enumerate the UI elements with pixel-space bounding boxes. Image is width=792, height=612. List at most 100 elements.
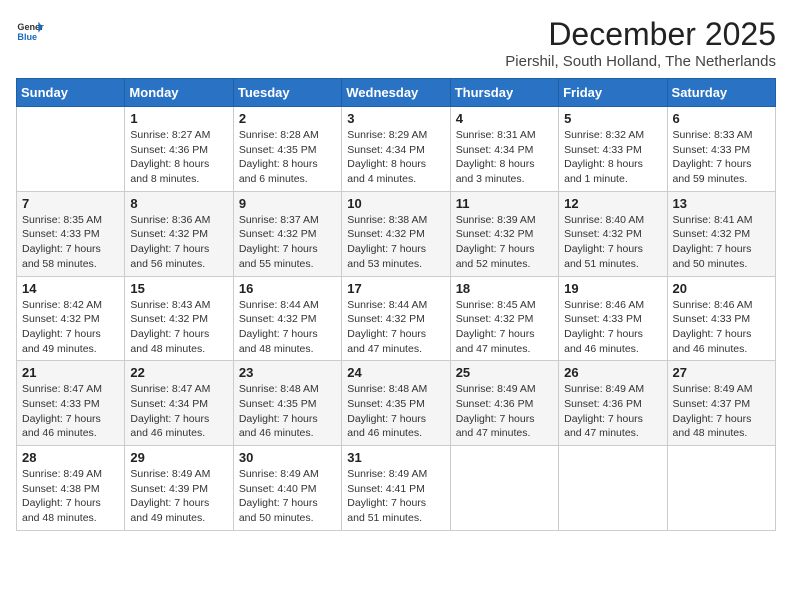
day-detail: Sunrise: 8:29 AM Sunset: 4:34 PM Dayligh… [347,128,444,187]
day-detail: Sunrise: 8:49 AM Sunset: 4:39 PM Dayligh… [130,467,227,526]
day-detail: Sunrise: 8:49 AM Sunset: 4:38 PM Dayligh… [22,467,119,526]
logo: General Blue [16,16,44,44]
day-number: 19 [564,281,661,296]
week-row-1: 1 Sunrise: 8:27 AM Sunset: 4:36 PM Daylig… [17,107,776,192]
calendar-cell: 24Sunrise: 8:48 AM Sunset: 4:35 PM Dayli… [342,361,450,446]
day-number: 13 [673,196,770,211]
calendar-cell: 14Sunrise: 8:42 AM Sunset: 4:32 PM Dayli… [17,276,125,361]
day-detail: Sunrise: 8:44 AM Sunset: 4:32 PM Dayligh… [347,298,444,357]
calendar-cell: 13 Sunrise: 8:41 AM Sunset: 4:32 PM Dayli… [667,191,775,276]
calendar-cell: 25Sunrise: 8:49 AM Sunset: 4:36 PM Dayli… [450,361,558,446]
calendar-cell [667,446,775,531]
day-detail: Sunrise: 8:49 AM Sunset: 4:37 PM Dayligh… [673,382,770,441]
day-detail: Sunrise: 8:46 AM Sunset: 4:33 PM Dayligh… [564,298,661,357]
calendar-cell: 7Sunrise: 8:35 AM Sunset: 4:33 PM Daylig… [17,191,125,276]
day-number: 24 [347,365,444,380]
month-title: December 2025 [505,16,776,53]
day-detail: Sunrise: 8:43 AM Sunset: 4:32 PM Dayligh… [130,298,227,357]
calendar-cell [559,446,667,531]
day-number: 18 [456,281,553,296]
day-number: 6 [673,111,770,126]
calendar-cell: 15 Sunrise: 8:43 AM Sunset: 4:32 PM Dayli… [125,276,233,361]
weekday-header-thursday: Thursday [450,79,558,107]
calendar-cell: 2Sunrise: 8:28 AM Sunset: 4:35 PM Daylig… [233,107,341,192]
week-row-4: 21Sunrise: 8:47 AM Sunset: 4:33 PM Dayli… [17,361,776,446]
calendar-cell: 1 Sunrise: 8:27 AM Sunset: 4:36 PM Daylig… [125,107,233,192]
day-number: 16 [239,281,336,296]
title-section: December 2025 Piershil, South Holland, T… [505,16,776,70]
calendar-cell [450,446,558,531]
calendar-cell: 22 Sunrise: 8:47 AM Sunset: 4:34 PM Dayli… [125,361,233,446]
weekday-header-wednesday: Wednesday [342,79,450,107]
day-detail: Sunrise: 8:38 AM Sunset: 4:32 PM Dayligh… [347,213,444,272]
day-number: 10 [347,196,444,211]
weekday-header-monday: Monday [125,79,233,107]
calendar-cell: 21Sunrise: 8:47 AM Sunset: 4:33 PM Dayli… [17,361,125,446]
day-number: 15 [130,281,227,296]
calendar-cell [17,107,125,192]
day-detail: Sunrise: 8:46 AM Sunset: 4:33 PM Dayligh… [673,298,770,357]
calendar-cell: 3 Sunrise: 8:29 AM Sunset: 4:34 PM Daylig… [342,107,450,192]
day-number: 31 [347,450,444,465]
day-detail: Sunrise: 8:47 AM Sunset: 4:34 PM Dayligh… [130,382,227,441]
day-number: 23 [239,365,336,380]
calendar-cell: 28Sunrise: 8:49 AM Sunset: 4:38 PM Dayli… [17,446,125,531]
day-number: 17 [347,281,444,296]
calendar-cell: 8 Sunrise: 8:36 AM Sunset: 4:32 PM Daylig… [125,191,233,276]
calendar-cell: 18 Sunrise: 8:45 AM Sunset: 4:32 PM Dayli… [450,276,558,361]
calendar-cell: 20 Sunrise: 8:46 AM Sunset: 4:33 PM Dayli… [667,276,775,361]
page-header: General Blue December 2025 Piershil, Sou… [16,16,776,70]
weekday-header-row: SundayMondayTuesdayWednesdayThursdayFrid… [17,79,776,107]
day-number: 20 [673,281,770,296]
day-detail: Sunrise: 8:47 AM Sunset: 4:33 PM Dayligh… [22,382,119,441]
day-detail: Sunrise: 8:27 AM Sunset: 4:36 PM Dayligh… [130,128,227,187]
calendar-cell: 26Sunrise: 8:49 AM Sunset: 4:36 PM Dayli… [559,361,667,446]
day-detail: Sunrise: 8:36 AM Sunset: 4:32 PM Dayligh… [130,213,227,272]
day-detail: Sunrise: 8:42 AM Sunset: 4:32 PM Dayligh… [22,298,119,357]
calendar-cell: 5 Sunrise: 8:32 AM Sunset: 4:33 PM Daylig… [559,107,667,192]
calendar-cell: 29 Sunrise: 8:49 AM Sunset: 4:39 PM Dayli… [125,446,233,531]
day-detail: Sunrise: 8:49 AM Sunset: 4:36 PM Dayligh… [456,382,553,441]
weekday-header-friday: Friday [559,79,667,107]
calendar-cell: 17 Sunrise: 8:44 AM Sunset: 4:32 PM Dayli… [342,276,450,361]
day-detail: Sunrise: 8:41 AM Sunset: 4:32 PM Dayligh… [673,213,770,272]
day-number: 27 [673,365,770,380]
calendar-cell: 31Sunrise: 8:49 AM Sunset: 4:41 PM Dayli… [342,446,450,531]
day-number: 5 [564,111,661,126]
weekday-header-saturday: Saturday [667,79,775,107]
day-detail: Sunrise: 8:48 AM Sunset: 4:35 PM Dayligh… [239,382,336,441]
calendar-cell: 19 Sunrise: 8:46 AM Sunset: 4:33 PM Dayli… [559,276,667,361]
calendar-cell: 16 Sunrise: 8:44 AM Sunset: 4:32 PM Dayli… [233,276,341,361]
day-number: 11 [456,196,553,211]
day-number: 12 [564,196,661,211]
weekday-header-sunday: Sunday [17,79,125,107]
week-row-2: 7Sunrise: 8:35 AM Sunset: 4:33 PM Daylig… [17,191,776,276]
day-detail: Sunrise: 8:45 AM Sunset: 4:32 PM Dayligh… [456,298,553,357]
calendar-cell: 9 Sunrise: 8:37 AM Sunset: 4:32 PM Daylig… [233,191,341,276]
day-number: 3 [347,111,444,126]
calendar-cell: 27 Sunrise: 8:49 AM Sunset: 4:37 PM Dayli… [667,361,775,446]
day-detail: Sunrise: 8:33 AM Sunset: 4:33 PM Dayligh… [673,128,770,187]
day-number: 4 [456,111,553,126]
day-detail: Sunrise: 8:49 AM Sunset: 4:36 PM Dayligh… [564,382,661,441]
day-number: 8 [130,196,227,211]
day-number: 29 [130,450,227,465]
day-detail: Sunrise: 8:28 AM Sunset: 4:35 PM Dayligh… [239,128,336,187]
calendar-cell: 6 Sunrise: 8:33 AM Sunset: 4:33 PM Daylig… [667,107,775,192]
day-number: 1 [130,111,227,126]
day-detail: Sunrise: 8:49 AM Sunset: 4:40 PM Dayligh… [239,467,336,526]
day-detail: Sunrise: 8:44 AM Sunset: 4:32 PM Dayligh… [239,298,336,357]
day-number: 30 [239,450,336,465]
calendar-cell: 4 Sunrise: 8:31 AM Sunset: 4:34 PM Daylig… [450,107,558,192]
day-detail: Sunrise: 8:31 AM Sunset: 4:34 PM Dayligh… [456,128,553,187]
day-number: 9 [239,196,336,211]
location-title: Piershil, South Holland, The Netherlands [505,53,776,70]
day-detail: Sunrise: 8:37 AM Sunset: 4:32 PM Dayligh… [239,213,336,272]
day-number: 22 [130,365,227,380]
week-row-3: 14Sunrise: 8:42 AM Sunset: 4:32 PM Dayli… [17,276,776,361]
day-detail: Sunrise: 8:32 AM Sunset: 4:33 PM Dayligh… [564,128,661,187]
week-row-5: 28Sunrise: 8:49 AM Sunset: 4:38 PM Dayli… [17,446,776,531]
day-detail: Sunrise: 8:35 AM Sunset: 4:33 PM Dayligh… [22,213,119,272]
weekday-header-tuesday: Tuesday [233,79,341,107]
calendar-cell: 12Sunrise: 8:40 AM Sunset: 4:32 PM Dayli… [559,191,667,276]
